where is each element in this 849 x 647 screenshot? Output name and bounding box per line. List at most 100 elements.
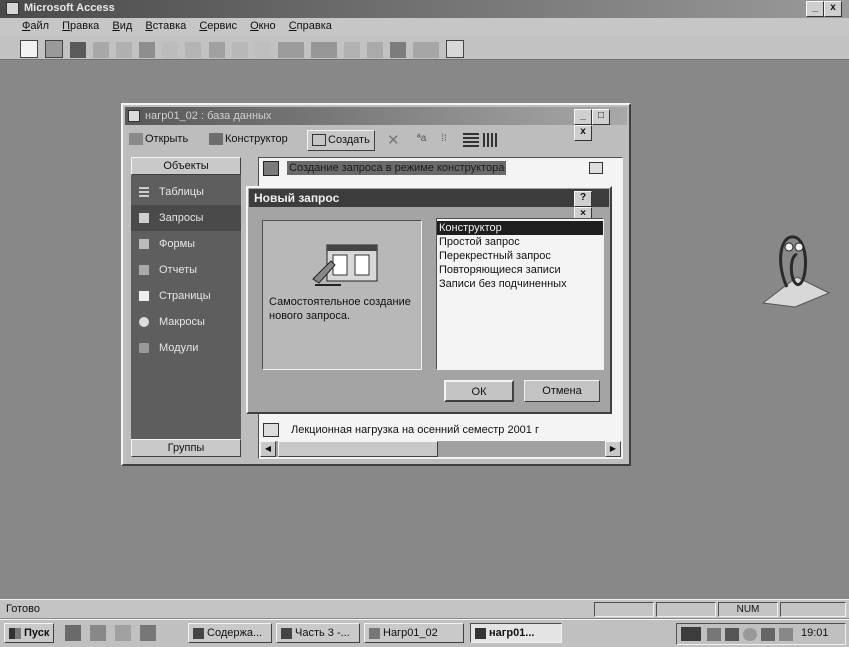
database-title-bar: нагр01_02 : база данных _ □x: [125, 107, 627, 141]
task-button[interactable]: Нагр01_02: [364, 623, 464, 643]
preview-icon[interactable]: [116, 42, 133, 58]
tray-icon[interactable]: [743, 628, 757, 641]
app-title-bar: Microsoft Access _ x: [0, 0, 849, 18]
menu-window[interactable]: Окно: [250, 20, 276, 32]
new-query-dialog: Новый запрос ?× Самостоятельное создание…: [246, 186, 612, 414]
cancel-button[interactable]: Отмена: [524, 380, 600, 402]
list-view-icon[interactable]: [463, 133, 479, 147]
format-painter-icon[interactable]: [231, 42, 248, 58]
query-option-design[interactable]: Конструктор: [437, 221, 603, 235]
delete-icon[interactable]: ✕: [387, 131, 400, 149]
objects-list: Таблицы Запросы Формы Отчеты Страницы Ма…: [131, 179, 241, 361]
menu-tools[interactable]: Сервис: [199, 20, 237, 32]
menu-bar: Файл Правка Вид Вставка Сервис Окно Спра…: [0, 18, 849, 36]
objects-bar: Объекты Таблицы Запросы Формы Отчеты Стр…: [131, 157, 241, 457]
groups-header[interactable]: Группы: [131, 439, 241, 457]
new-object-icon[interactable]: [413, 42, 439, 58]
objects-item-tables[interactable]: Таблицы: [131, 179, 241, 205]
help-icon[interactable]: [446, 40, 465, 58]
office-links-icon[interactable]: [277, 42, 304, 58]
channels-icon[interactable]: [140, 625, 157, 641]
main-toolbar: [0, 36, 849, 60]
status-pane: [594, 602, 654, 617]
task-button[interactable]: Часть 3 -...: [276, 623, 360, 643]
start-button[interactable]: Пуск: [4, 623, 54, 643]
menu-insert[interactable]: Вставка: [145, 20, 186, 32]
details-view-icon[interactable]: [483, 133, 497, 147]
query-design-illustration-icon: [312, 244, 378, 286]
cut-icon[interactable]: [162, 42, 179, 58]
desktop-icon[interactable]: [115, 625, 132, 641]
tray-icon[interactable]: [725, 628, 739, 641]
quick-launch: [62, 625, 172, 643]
word-doc-icon: [281, 627, 292, 639]
report-icon: [139, 265, 149, 276]
query-object-icon: [589, 162, 603, 174]
menu-edit[interactable]: Правка: [62, 20, 99, 32]
design-button[interactable]: Конструктор: [209, 133, 288, 146]
new-file-icon[interactable]: [20, 40, 38, 58]
query-option-crosstab[interactable]: Перекрестный запрос: [437, 249, 603, 263]
minimize-icon[interactable]: _: [806, 1, 824, 17]
objects-item-forms[interactable]: Формы: [131, 231, 241, 257]
query-type-list[interactable]: Конструктор Простой запрос Перекрестный …: [436, 218, 604, 370]
macro-icon: [139, 317, 149, 328]
status-pane: [656, 602, 716, 617]
help-icon[interactable]: ?: [574, 191, 592, 207]
query-option-simple[interactable]: Простой запрос: [437, 235, 603, 249]
task-button-active[interactable]: нагр01...: [470, 623, 562, 643]
create-button[interactable]: Создать: [307, 130, 375, 151]
objects-item-modules[interactable]: Модули: [131, 335, 241, 361]
app-window-controls[interactable]: _ x: [806, 1, 846, 17]
open-folder-icon[interactable]: [45, 40, 64, 58]
properties-icon[interactable]: [366, 42, 383, 58]
objects-header[interactable]: Объекты: [131, 157, 241, 175]
save-icon[interactable]: [70, 42, 87, 58]
print-icon[interactable]: [93, 42, 110, 58]
query-option-duplicates[interactable]: Повторяющиеся записи: [437, 263, 603, 277]
list-item-create-in-design[interactable]: Создание запроса в режиме конструктора: [263, 161, 618, 179]
minimize-icon[interactable]: _: [574, 109, 592, 125]
office-assistant-icon[interactable]: [757, 227, 831, 309]
menu-help[interactable]: Справка: [289, 20, 332, 32]
status-pane: [780, 602, 846, 617]
clock[interactable]: 19:01: [801, 627, 829, 639]
analyze-icon[interactable]: [310, 42, 337, 58]
objects-item-pages[interactable]: Страницы: [131, 283, 241, 309]
menu-view[interactable]: Вид: [112, 20, 132, 32]
horizontal-scrollbar[interactable]: ◀ ▶: [260, 441, 621, 457]
relationships-icon[interactable]: [389, 42, 406, 58]
scroll-right-icon[interactable]: ▶: [605, 441, 621, 457]
list-item-query[interactable]: Лекционная нагрузка на осенний семестр 2…: [263, 423, 618, 441]
tray-icon[interactable]: [707, 628, 721, 641]
large-icons-icon[interactable]: ªa: [417, 133, 431, 147]
access-icon: [475, 627, 486, 639]
keyboard-layout-icon[interactable]: [681, 627, 701, 641]
copy-icon[interactable]: [185, 42, 202, 58]
paste-icon[interactable]: [208, 42, 225, 58]
tray-icon[interactable]: [779, 628, 793, 641]
open-button[interactable]: Открыть: [129, 133, 188, 146]
dialog-title: Новый запрос: [254, 191, 340, 205]
outlook-icon[interactable]: [90, 625, 107, 641]
close-icon[interactable]: x: [824, 1, 842, 17]
objects-item-queries[interactable]: Запросы: [131, 205, 241, 231]
table-icon: [139, 187, 149, 198]
menu-file[interactable]: Файл: [22, 20, 49, 32]
internet-explorer-icon[interactable]: [65, 625, 81, 641]
query-option-unmatched[interactable]: Записи без подчиненных: [437, 277, 603, 291]
ok-button[interactable]: ОК: [444, 380, 514, 402]
query-icon: [139, 213, 149, 224]
scroll-left-icon[interactable]: ◀: [260, 441, 276, 457]
spelling-icon[interactable]: [139, 42, 156, 58]
volume-icon[interactable]: [761, 628, 775, 641]
task-button[interactable]: Содержа...: [188, 623, 272, 643]
undo-icon[interactable]: [254, 42, 271, 58]
code-icon[interactable]: [343, 42, 360, 58]
maximize-icon[interactable]: □: [592, 109, 610, 125]
scroll-thumb[interactable]: [278, 441, 438, 457]
objects-item-reports[interactable]: Отчеты: [131, 257, 241, 283]
objects-item-macros[interactable]: Макросы: [131, 309, 241, 335]
database-toolbar: Открыть Конструктор Создать ✕ ªa ⁞⁝: [127, 129, 627, 153]
small-icons-icon[interactable]: ⁞⁝: [441, 133, 455, 147]
